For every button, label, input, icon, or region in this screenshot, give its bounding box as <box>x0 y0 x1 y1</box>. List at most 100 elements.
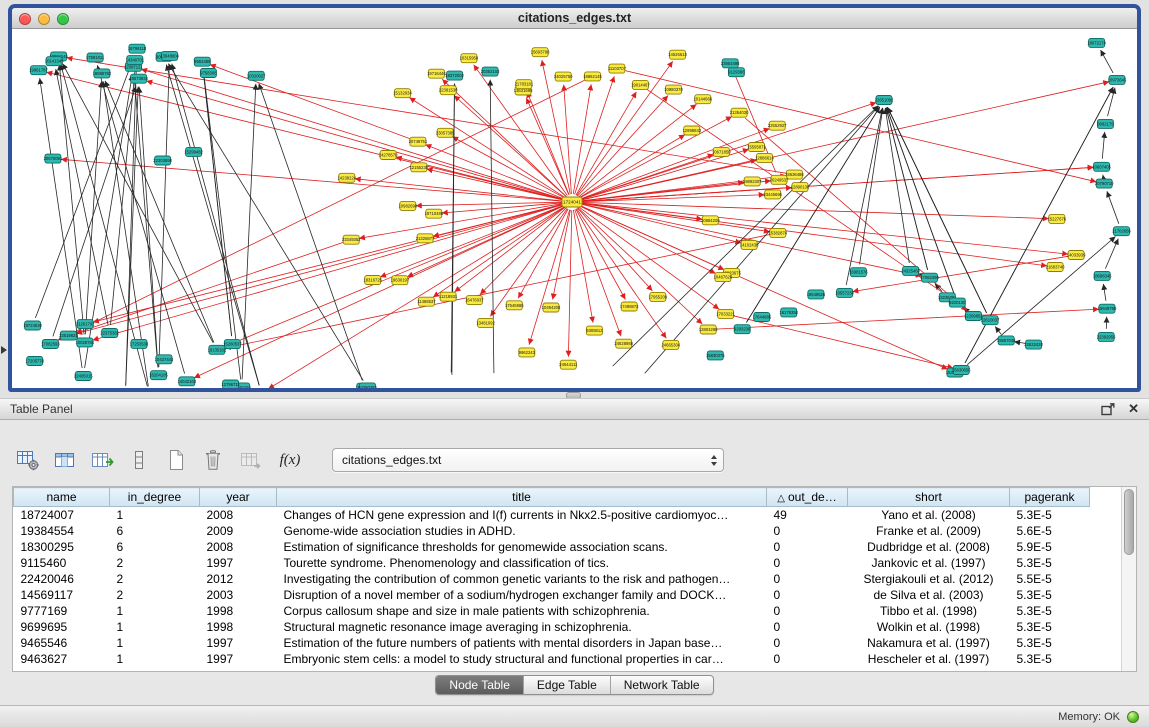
graph-node[interactable]: 12890138 <box>791 183 810 192</box>
graph-node[interactable]: 18072174 <box>1087 38 1106 47</box>
graph-node[interactable]: 17082298 <box>920 273 939 282</box>
graph-edge[interactable] <box>733 316 953 368</box>
graph-node[interactable]: 18372002 <box>445 71 464 80</box>
float-panel-icon[interactable] <box>1101 403 1115 416</box>
graph-node[interactable]: 21326877 <box>416 234 435 243</box>
graph-edge[interactable] <box>568 210 571 357</box>
graph-node[interactable]: 19135162 <box>208 345 227 354</box>
graph-node[interactable]: 17498873 <box>620 302 639 311</box>
vertical-scrollbar[interactable] <box>1121 487 1136 671</box>
graph-node[interactable]: 15299482 <box>184 147 203 156</box>
graph-node[interactable]: 18888782 <box>93 69 112 78</box>
graph-node[interactable]: 15132934 <box>393 89 412 98</box>
graph-node[interactable]: 15227676 <box>1047 214 1066 223</box>
graph-node[interactable]: 10884209 <box>701 216 720 225</box>
graph-node[interactable]: 10144666 <box>693 95 712 104</box>
graph-node[interactable]: 9758308 <box>200 69 217 78</box>
graph-edge[interactable] <box>852 256 1068 291</box>
graph-edge[interactable] <box>887 108 955 296</box>
graph-node[interactable]: 19014467 <box>631 80 650 89</box>
graph-edge[interactable] <box>860 108 883 264</box>
graph-node[interactable]: 9220135 <box>949 298 966 307</box>
graph-edge[interactable] <box>580 203 1047 266</box>
table-row[interactable]: 969969511998Structural magnetic resonanc… <box>14 619 1090 635</box>
graph-node[interactable]: 9308812 <box>586 326 603 335</box>
graph-node[interactable]: 22632420 <box>1024 340 1043 349</box>
graph-node[interactable]: 18698345 <box>1093 271 1112 280</box>
graph-node[interactable]: 10280283 <box>358 383 377 388</box>
graph-node[interactable]: 23519824 <box>59 331 78 340</box>
graph-node[interactable]: 10973645 <box>1108 75 1127 84</box>
graph-edge[interactable] <box>846 108 882 285</box>
minimize-button[interactable] <box>38 13 50 25</box>
graph-edge[interactable] <box>442 203 564 213</box>
graph-node[interactable]: 21702656 <box>1112 227 1131 236</box>
graph-node[interactable]: 12610037 <box>981 316 1000 325</box>
graph-node[interactable]: 10028784 <box>75 338 94 347</box>
graph-node[interactable]: 20790710 <box>1095 179 1114 188</box>
graph-node[interactable]: 10671850 <box>712 147 731 156</box>
hidden-panel-arrow[interactable] <box>1 346 7 354</box>
graph-node[interactable]: 14526613 <box>668 50 687 59</box>
graph-edge[interactable] <box>716 309 1099 329</box>
graph-node[interactable]: 19573934 <box>129 74 148 83</box>
graph-edge[interactable] <box>564 85 572 194</box>
tab-edge-table[interactable]: Edge Table <box>523 676 610 694</box>
graph-node[interactable]: 24628988 <box>614 339 633 348</box>
graph-node[interactable]: 9553488 <box>194 57 211 66</box>
graph-node[interactable]: 15693798 <box>531 48 550 57</box>
graph-node[interactable]: 20249537 <box>770 175 789 184</box>
graph-edge[interactable] <box>139 87 158 368</box>
delete-table-button[interactable] <box>199 446 227 474</box>
column-header-in-degree[interactable]: in_degree <box>110 488 200 507</box>
graph-node[interactable]: 15595871 <box>747 143 766 152</box>
column-header-year[interactable]: year <box>200 488 277 507</box>
graph-edge[interactable] <box>580 167 1094 201</box>
graph-node[interactable]: 15830375 <box>706 351 725 360</box>
column-header-title[interactable]: title <box>277 488 767 507</box>
graph-node[interactable]: 20362103 <box>481 67 500 76</box>
graph-node[interactable]: 22303898 <box>153 156 172 165</box>
table-row[interactable]: 1456911722003Disruption of a novel membe… <box>14 587 1090 603</box>
graph-edge[interactable] <box>242 84 256 380</box>
graph-edge[interactable] <box>577 208 652 291</box>
column-header-pagerank[interactable]: pagerank <box>1010 488 1090 507</box>
graph-node[interactable]: 22381536 <box>439 86 458 95</box>
graph-node[interactable]: 12998843 <box>682 126 701 135</box>
column-visibility-button[interactable] <box>51 446 79 474</box>
graph-node[interactable]: 13948804 <box>160 51 179 60</box>
graph-edge[interactable] <box>380 205 564 277</box>
graph-node[interactable]: 17205778 <box>25 357 44 366</box>
graph-node[interactable]: 24325460 <box>901 266 920 275</box>
graph-node[interactable]: 17644885 <box>752 313 771 322</box>
graph-node[interactable]: 16476037 <box>465 296 484 305</box>
graph-node[interactable]: 23349352 <box>342 235 361 244</box>
graph-node[interactable]: 15630655 <box>952 366 971 375</box>
graph-node[interactable]: 10982690 <box>398 201 417 210</box>
graph-node[interactable]: 17253538 <box>130 339 149 348</box>
graph-edge[interactable] <box>577 209 667 339</box>
zoom-button[interactable] <box>57 13 69 25</box>
graph-edge[interactable] <box>553 210 571 300</box>
graph-node[interactable]: 11103707 <box>608 64 627 73</box>
table-row[interactable]: 1830029562008Estimation of significance … <box>14 539 1090 555</box>
graph-node[interactable]: 10315958 <box>460 54 479 63</box>
graph-node[interactable]: 13481092 <box>476 318 495 327</box>
row-selector-button[interactable] <box>125 446 153 474</box>
graph-node[interactable]: 14042103 <box>177 377 196 386</box>
graph-node[interactable]: 12155235 <box>409 163 428 172</box>
graph-edge[interactable] <box>576 92 636 195</box>
graph-edge[interactable] <box>35 56 134 318</box>
graph-node[interactable]: 20749751 <box>409 137 428 146</box>
table-row[interactable]: 2242004622012Investigating the contribut… <box>14 571 1090 587</box>
column-header-name[interactable]: name <box>14 488 110 507</box>
graph-node[interactable]: 22405015 <box>74 372 93 381</box>
graph-node[interactable]: 15648790 <box>1098 304 1117 313</box>
import-table-button[interactable] <box>236 446 264 474</box>
graph-edge[interactable] <box>1101 50 1114 73</box>
graph-edge[interactable] <box>452 84 455 375</box>
graph-edge[interactable] <box>225 235 770 349</box>
graph-edge[interactable] <box>76 242 344 333</box>
graph-node[interactable]: 22552927 <box>768 121 787 130</box>
graph-node[interactable]: 19716446 <box>427 69 446 78</box>
